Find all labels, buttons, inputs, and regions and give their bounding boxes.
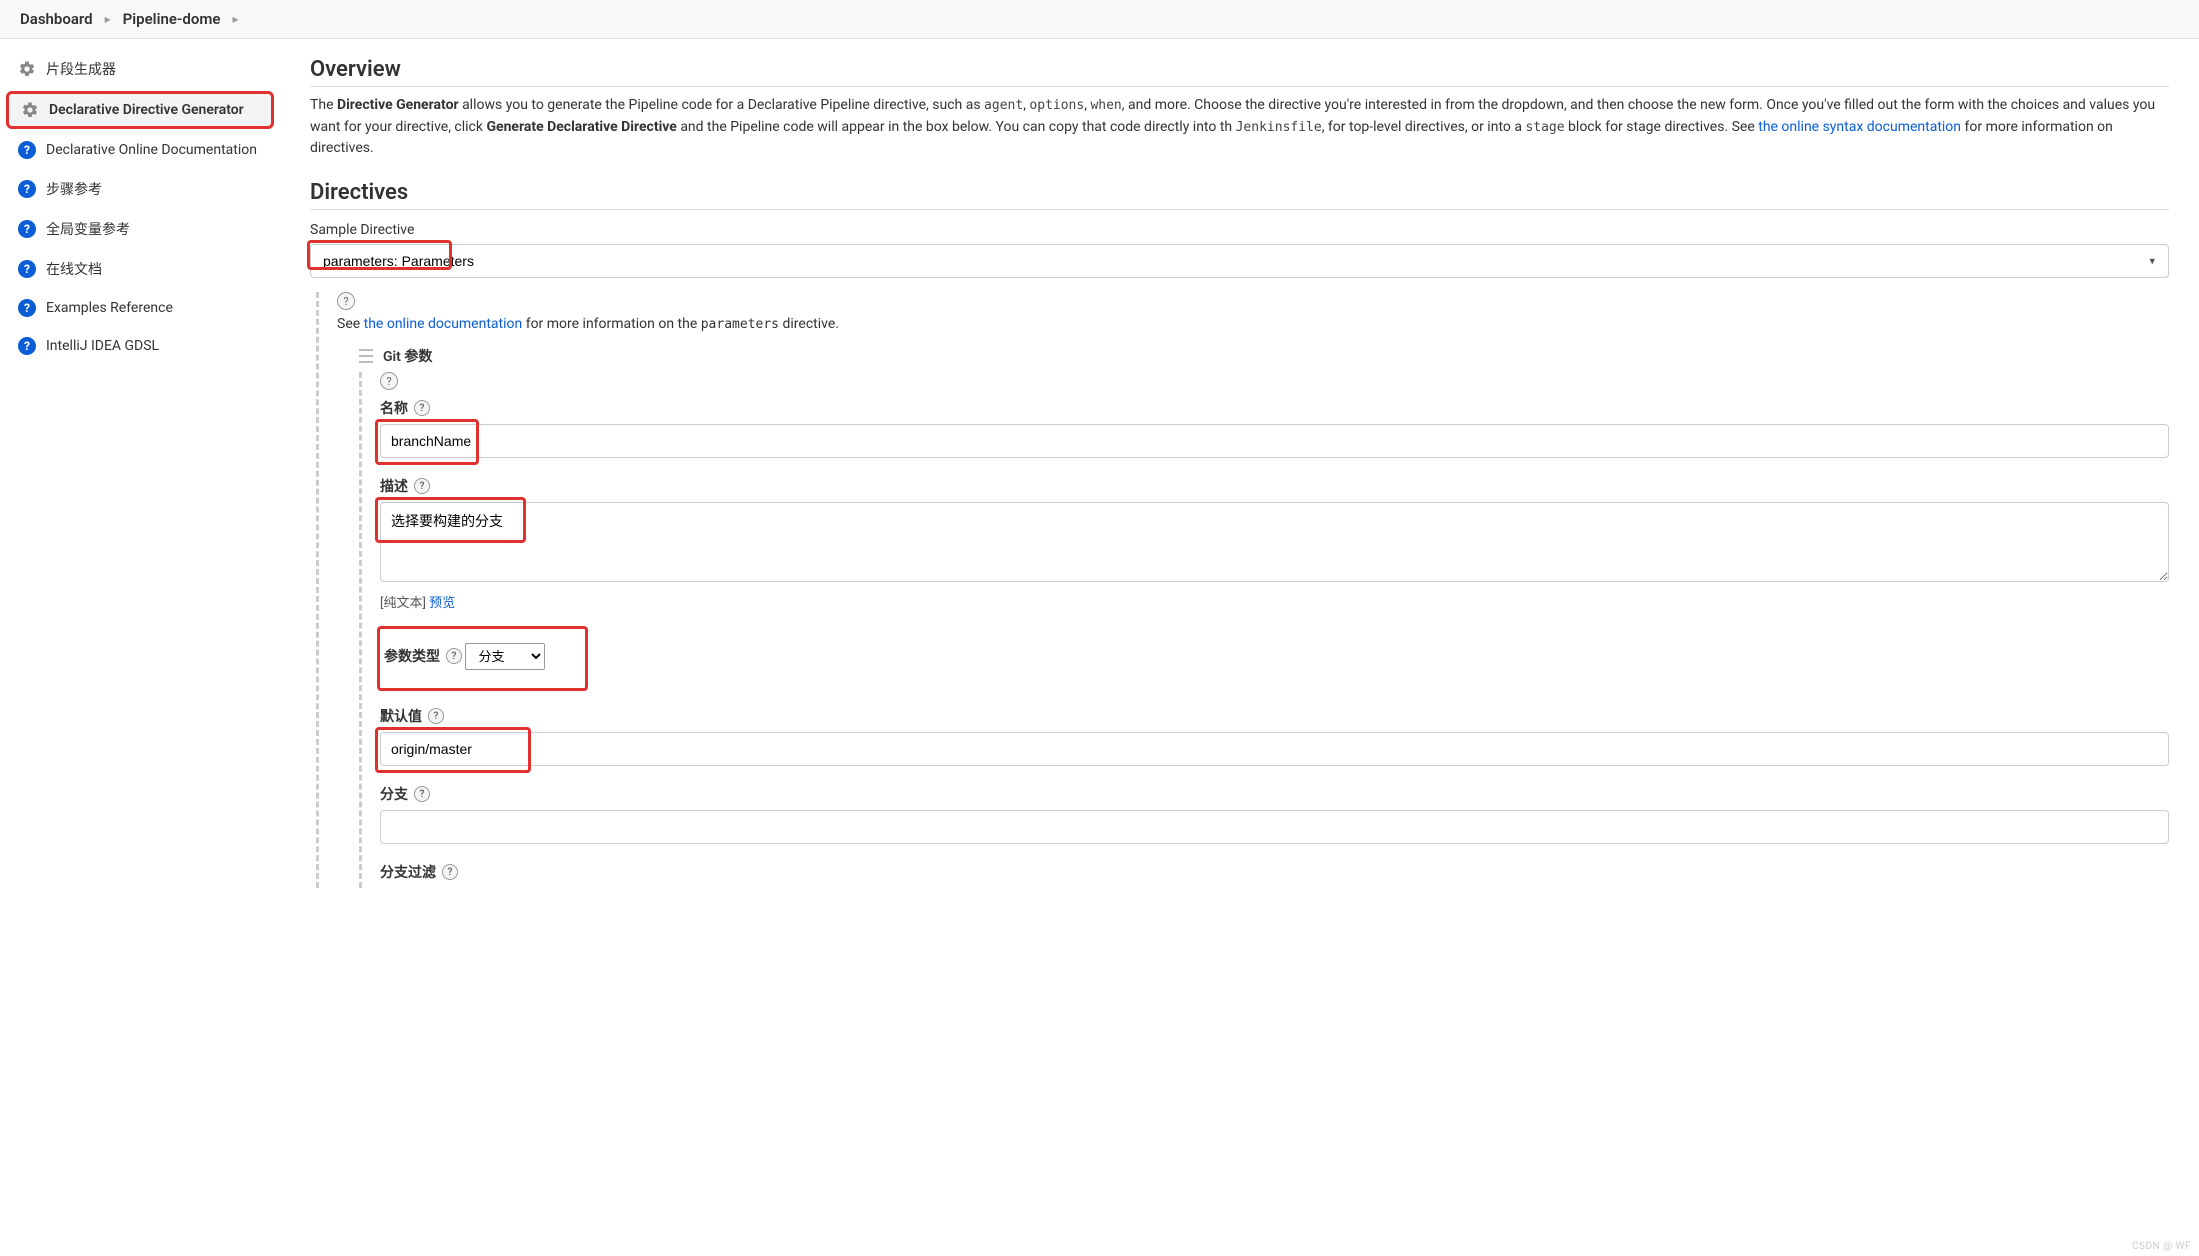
sidebar-item-label: Declarative Online Documentation [46,142,257,158]
description-hint: [纯文本] 预览 [380,592,2169,611]
directives-heading: Directives [310,180,2169,210]
overview-heading: Overview [310,57,2169,87]
breadcrumb-item-project[interactable]: Pipeline-dome [123,10,221,28]
help-icon[interactable]: ? [414,478,430,494]
description-label: 描述 ? [380,476,430,496]
sidebar-item-online-docs[interactable]: ? Declarative Online Documentation [0,131,280,169]
default-value-label: 默认值 ? [380,706,444,726]
help-icon: ? [18,220,36,238]
sample-directive-label: Sample Directive [310,222,2169,238]
sidebar-item-label: Declarative Directive Generator [49,102,244,118]
description-textarea[interactable]: 选择要构建的分支 [380,502,2169,582]
sidebar-item-global-var-ref[interactable]: ? 全局变量参考 [0,209,280,249]
overview-text: The Directive Generator allows you to ge… [310,95,2169,160]
sidebar-item-examples-ref[interactable]: ? Examples Reference [0,289,280,327]
help-icon[interactable]: ? [446,648,462,664]
help-icon: ? [18,337,36,355]
sidebar-item-label: IntelliJ IDEA GDSL [46,338,159,354]
syntax-docs-link[interactable]: the online syntax documentation [1758,119,1961,135]
sidebar-item-step-ref[interactable]: ? 步骤参考 [0,169,280,209]
sidebar-item-label: Examples Reference [46,300,173,316]
drag-handle-icon[interactable] [359,349,373,363]
sidebar-item-label: 片段生成器 [46,59,116,79]
sample-directive-select[interactable]: parameters: Parameters [310,244,2169,278]
help-icon[interactable]: ? [428,708,444,724]
gear-icon [21,101,39,119]
sidebar-item-label: 在线文档 [46,259,102,279]
sidebar-item-snippet-generator[interactable]: 片段生成器 [0,49,280,89]
see-docs-text: See the online documentation for more in… [337,316,2169,332]
help-icon[interactable]: ? [380,372,398,390]
sidebar-item-online-doc[interactable]: ? 在线文档 [0,249,280,289]
name-input[interactable] [380,424,2169,458]
preview-link[interactable]: 预览 [429,596,455,611]
name-label: 名称 ? [380,398,430,418]
help-icon[interactable]: ? [337,292,355,310]
default-value-input[interactable] [380,732,2169,766]
help-icon[interactable]: ? [414,786,430,802]
help-icon: ? [18,141,36,159]
help-icon[interactable]: ? [414,400,430,416]
sidebar-item-label: 步骤参考 [46,179,102,199]
help-icon: ? [18,299,36,317]
param-type-select[interactable]: 分支 [465,643,545,670]
gear-icon [18,60,36,78]
breadcrumb: Dashboard ▸ Pipeline-dome ▸ [0,0,2199,39]
sidebar-item-intellij-gdsl[interactable]: ? IntelliJ IDEA GDSL [0,327,280,365]
git-param-title: Git 参数 [383,346,432,366]
help-icon: ? [18,180,36,198]
help-icon: ? [18,260,36,278]
watermark: CSDN @ WF [2132,1241,2191,1252]
help-icon[interactable]: ? [442,864,458,880]
sidebar-item-label: 全局变量参考 [46,219,130,239]
branch-input[interactable] [380,810,2169,844]
branch-filter-label: 分支过滤 ? [380,862,458,882]
branch-label: 分支 ? [380,784,430,804]
breadcrumb-item-dashboard[interactable]: Dashboard [20,10,93,28]
param-type-label: 参数类型 ? [384,646,462,666]
main-content: Overview The Directive Generator allows … [280,39,2199,924]
chevron-right-icon: ▸ [105,12,111,26]
sidebar-item-directive-generator[interactable]: Declarative Directive Generator [6,91,274,129]
chevron-right-icon: ▸ [232,12,238,26]
online-doc-link[interactable]: the online documentation [364,316,523,332]
sidebar: 片段生成器 Declarative Directive Generator ? … [0,39,280,924]
